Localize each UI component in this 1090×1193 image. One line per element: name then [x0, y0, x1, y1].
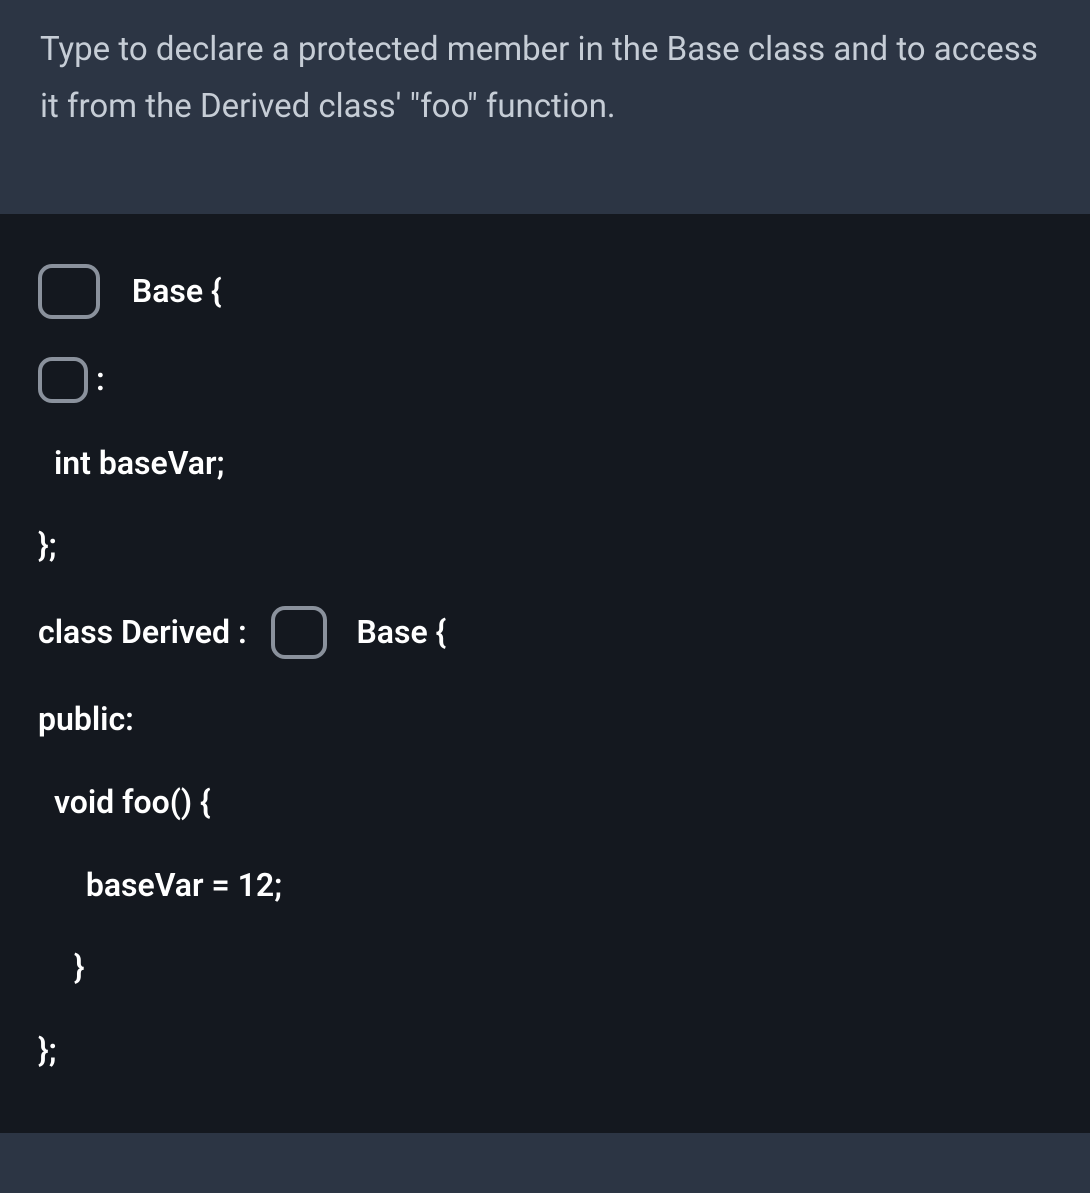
code-line-10: };	[38, 1028, 1052, 1073]
blank-input-1[interactable]	[38, 264, 100, 319]
code-line-5: class Derived : Base {	[38, 606, 1052, 659]
code-text: };	[38, 523, 57, 568]
code-line-1: Base {	[38, 264, 1052, 319]
code-text: class Derived :	[38, 610, 263, 655]
code-section: Base { : int baseVar; }; class Derived :…	[0, 214, 1090, 1134]
code-line-4: };	[38, 523, 1052, 568]
code-text: }	[58, 945, 85, 990]
code-text: Base {	[116, 269, 222, 314]
code-text: void foo() {	[46, 780, 211, 825]
prompt-section: Type to declare a protected member in th…	[0, 0, 1090, 214]
code-text: Base {	[341, 610, 447, 655]
code-text: public:	[38, 697, 134, 742]
code-line-2: :	[38, 357, 1052, 403]
code-line-7: void foo() {	[38, 780, 1052, 825]
blank-input-3[interactable]	[271, 606, 327, 659]
code-text: int baseVar;	[46, 441, 225, 486]
code-text: };	[38, 1028, 57, 1073]
code-line-6: public:	[38, 697, 1052, 742]
code-text: :	[96, 357, 105, 402]
footer-section	[0, 1133, 1090, 1193]
blank-input-2[interactable]	[38, 357, 88, 403]
code-line-9: }	[38, 945, 1052, 990]
code-line-3: int baseVar;	[38, 441, 1052, 486]
code-line-8: baseVar = 12;	[38, 863, 1052, 908]
prompt-text: Type to declare a protected member in th…	[40, 22, 1050, 136]
code-text: baseVar = 12;	[62, 863, 282, 908]
